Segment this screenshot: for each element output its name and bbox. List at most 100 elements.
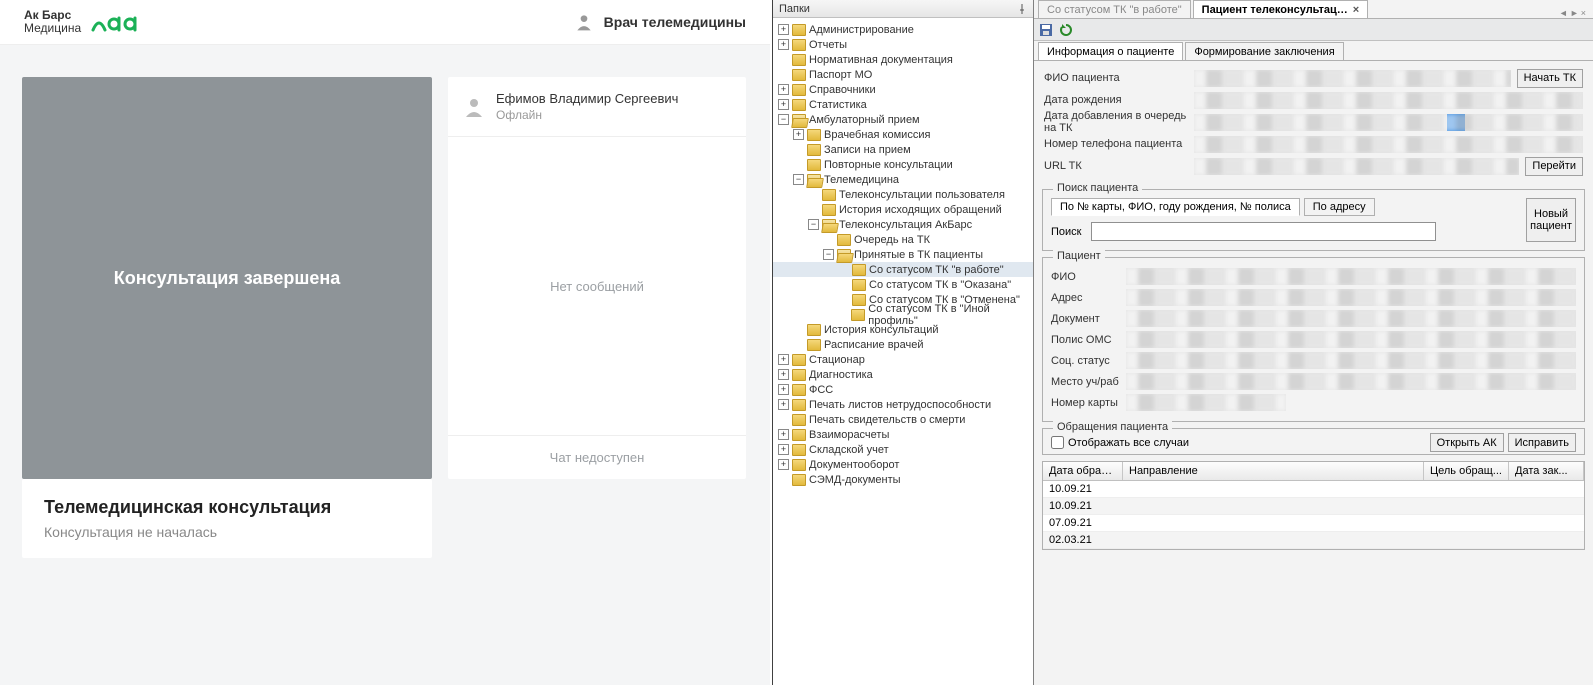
user-icon — [574, 12, 594, 32]
tree-node[interactable]: +Статистика — [773, 97, 1033, 112]
tree-node[interactable]: Повторные консультации — [773, 157, 1033, 172]
patient-info-block: ФИО пациента Начать ТК Дата рождения Дат… — [1034, 61, 1593, 183]
tree-node[interactable]: + Складской учет — [773, 442, 1033, 457]
tree-node[interactable]: +Печать листов нетрудоспособности — [773, 397, 1033, 412]
brand-logo-icon — [91, 12, 151, 32]
tree-node[interactable]: Печать свидетельств о смерти — [773, 412, 1033, 427]
tree-node[interactable]: Паспорт МО — [773, 67, 1033, 82]
tree-node[interactable]: Нормативная документация — [773, 52, 1033, 67]
tree-toggle-icon[interactable]: + — [778, 399, 789, 410]
tree-toggle-icon[interactable]: + — [778, 429, 789, 440]
tree-toggle-icon[interactable]: + — [778, 459, 789, 470]
folder-icon — [807, 174, 821, 186]
value-workplace — [1126, 373, 1576, 390]
user-avatar-icon — [462, 95, 486, 119]
tree-node-label: Документооборот — [809, 459, 899, 471]
tree-node[interactable]: −Принятые в ТК пациенты — [773, 247, 1033, 262]
tree-node-label: Врачебная комиссия — [824, 129, 930, 141]
tree-node[interactable]: −Амбулаторный прием — [773, 112, 1033, 127]
tree-node[interactable]: Со статусом ТК в "Оказана" — [773, 277, 1033, 292]
refresh-icon[interactable] — [1058, 22, 1074, 38]
tree-node[interactable]: + Администрирование — [773, 22, 1033, 37]
search-tab-by-card[interactable]: По № карты, ФИО, году рождения, № полиса — [1051, 198, 1300, 216]
folder-icon — [851, 309, 865, 321]
search-tab-by-address[interactable]: По адресу — [1304, 198, 1375, 216]
tree-node[interactable]: +Стационар — [773, 352, 1033, 367]
go-button[interactable]: Перейти — [1525, 157, 1583, 176]
consult-subtitle: Консультация не началась — [44, 524, 410, 540]
tab-scroll-arrows[interactable]: ◄►× — [1556, 8, 1589, 18]
tree-toggle-icon[interactable]: − — [823, 249, 834, 260]
tree-node-label: Нормативная документация — [809, 54, 953, 66]
folder-icon — [792, 39, 806, 51]
tree-toggle-icon[interactable]: + — [778, 369, 789, 380]
table-row[interactable]: 10.09.21 — [1043, 498, 1584, 515]
col-appeal-date[interactable]: Дата обращ... — [1043, 462, 1123, 480]
col-close-date[interactable]: Дата зак... — [1509, 462, 1584, 480]
tree-node[interactable]: +ФСС — [773, 382, 1033, 397]
tree-node-label: Администрирование — [809, 24, 914, 36]
tree-node-label: Складской учет — [809, 444, 889, 456]
folder-icon — [852, 279, 866, 291]
tree-toggle-icon[interactable]: + — [778, 99, 789, 110]
tree-node[interactable]: Записи на прием — [773, 142, 1033, 157]
label-address: Адрес — [1051, 292, 1126, 304]
telemedicine-webapp: Ак Барс Медицина Врач телемедицины Консу… — [0, 0, 770, 685]
tree-node[interactable]: Со статусом ТК в "Иной профиль" — [773, 307, 1033, 322]
folder-icon — [792, 474, 806, 486]
folder-icon — [822, 189, 836, 201]
tree-node[interactable]: + Врачебная комиссия — [773, 127, 1033, 142]
chat-footer-text: Чат недоступен — [550, 450, 645, 465]
tree-node[interactable]: +Взаиморасчеты — [773, 427, 1033, 442]
tree-toggle-icon[interactable]: + — [778, 84, 789, 95]
tree-node[interactable]: Со статусом ТК "в работе" — [773, 262, 1033, 277]
label-phone: Номер телефона пациента — [1044, 138, 1194, 150]
tree-node[interactable]: + Документооборот — [773, 457, 1033, 472]
col-direction[interactable]: Направление — [1123, 462, 1424, 480]
close-tab-icon[interactable]: × — [1353, 4, 1359, 16]
table-row[interactable]: 10.09.21 — [1043, 481, 1584, 498]
tree-node[interactable]: Расписание врачей — [773, 337, 1033, 352]
tree-toggle-icon[interactable]: + — [778, 24, 789, 35]
table-row[interactable]: 07.09.21 — [1043, 515, 1584, 532]
subtab-patient-info[interactable]: Информация о пациенте — [1038, 42, 1183, 60]
tree-node[interactable]: История исходящих обращений — [773, 202, 1033, 217]
col-goal[interactable]: Цель обращ... — [1424, 462, 1509, 480]
tree-toggle-icon[interactable]: − — [778, 114, 789, 125]
tree-toggle-icon[interactable]: + — [778, 384, 789, 395]
tree-toggle-icon[interactable]: − — [808, 219, 819, 230]
show-all-input[interactable] — [1051, 436, 1064, 449]
tree-node[interactable]: + Диагностика — [773, 367, 1033, 382]
pin-icon[interactable] — [1017, 4, 1027, 14]
tree-node[interactable]: +Отчеты — [773, 37, 1033, 52]
cell-goal — [1424, 498, 1509, 514]
tree-node[interactable]: −Телемедицина — [773, 172, 1033, 187]
tab-status-in-work[interactable]: Со статусом ТК "в работе" — [1038, 0, 1191, 18]
tree-node[interactable]: СЭМД-документы — [773, 472, 1033, 487]
table-row[interactable]: 02.03.21 — [1043, 532, 1584, 549]
tree-node-label: Диагностика — [809, 369, 873, 381]
new-patient-button[interactable]: Новыйпациент — [1526, 198, 1576, 242]
tree-toggle-icon[interactable]: + — [778, 354, 789, 365]
folder-icon — [807, 144, 821, 156]
open-ak-button[interactable]: Открыть АК — [1430, 433, 1504, 452]
folder-tree[interactable]: + Администрирование+Отчеты Нормативная док… — [773, 18, 1033, 491]
tree-node[interactable]: +Справочники — [773, 82, 1033, 97]
tree-node[interactable]: Очередь на ТК — [773, 232, 1033, 247]
tree-node-label: Со статусом ТК "в работе" — [869, 264, 1004, 276]
brand-text: Ак Барс Медицина — [24, 9, 81, 35]
tree-toggle-icon[interactable]: + — [778, 39, 789, 50]
tree-toggle-icon[interactable]: + — [778, 444, 789, 455]
appeals-grid[interactable]: Дата обращ... Направление Цель обращ... … — [1042, 461, 1585, 550]
search-input[interactable] — [1091, 222, 1436, 241]
tree-node[interactable]: Телеконсультации пользователя — [773, 187, 1033, 202]
fix-button[interactable]: Исправить — [1508, 433, 1576, 452]
tree-toggle-icon[interactable]: − — [793, 174, 804, 185]
tab-patient-teleconsult[interactable]: Пациент телеконсультац… × — [1193, 0, 1369, 18]
subtab-conclusion[interactable]: Формирование заключения — [1185, 42, 1343, 60]
start-tk-button[interactable]: Начать ТК — [1517, 69, 1583, 88]
save-icon[interactable] — [1038, 22, 1054, 38]
tree-node[interactable]: −Телеконсультация АкБарс — [773, 217, 1033, 232]
tree-toggle-icon[interactable]: + — [793, 129, 804, 140]
show-all-cases-checkbox[interactable]: Отображать все случаи — [1051, 436, 1189, 449]
